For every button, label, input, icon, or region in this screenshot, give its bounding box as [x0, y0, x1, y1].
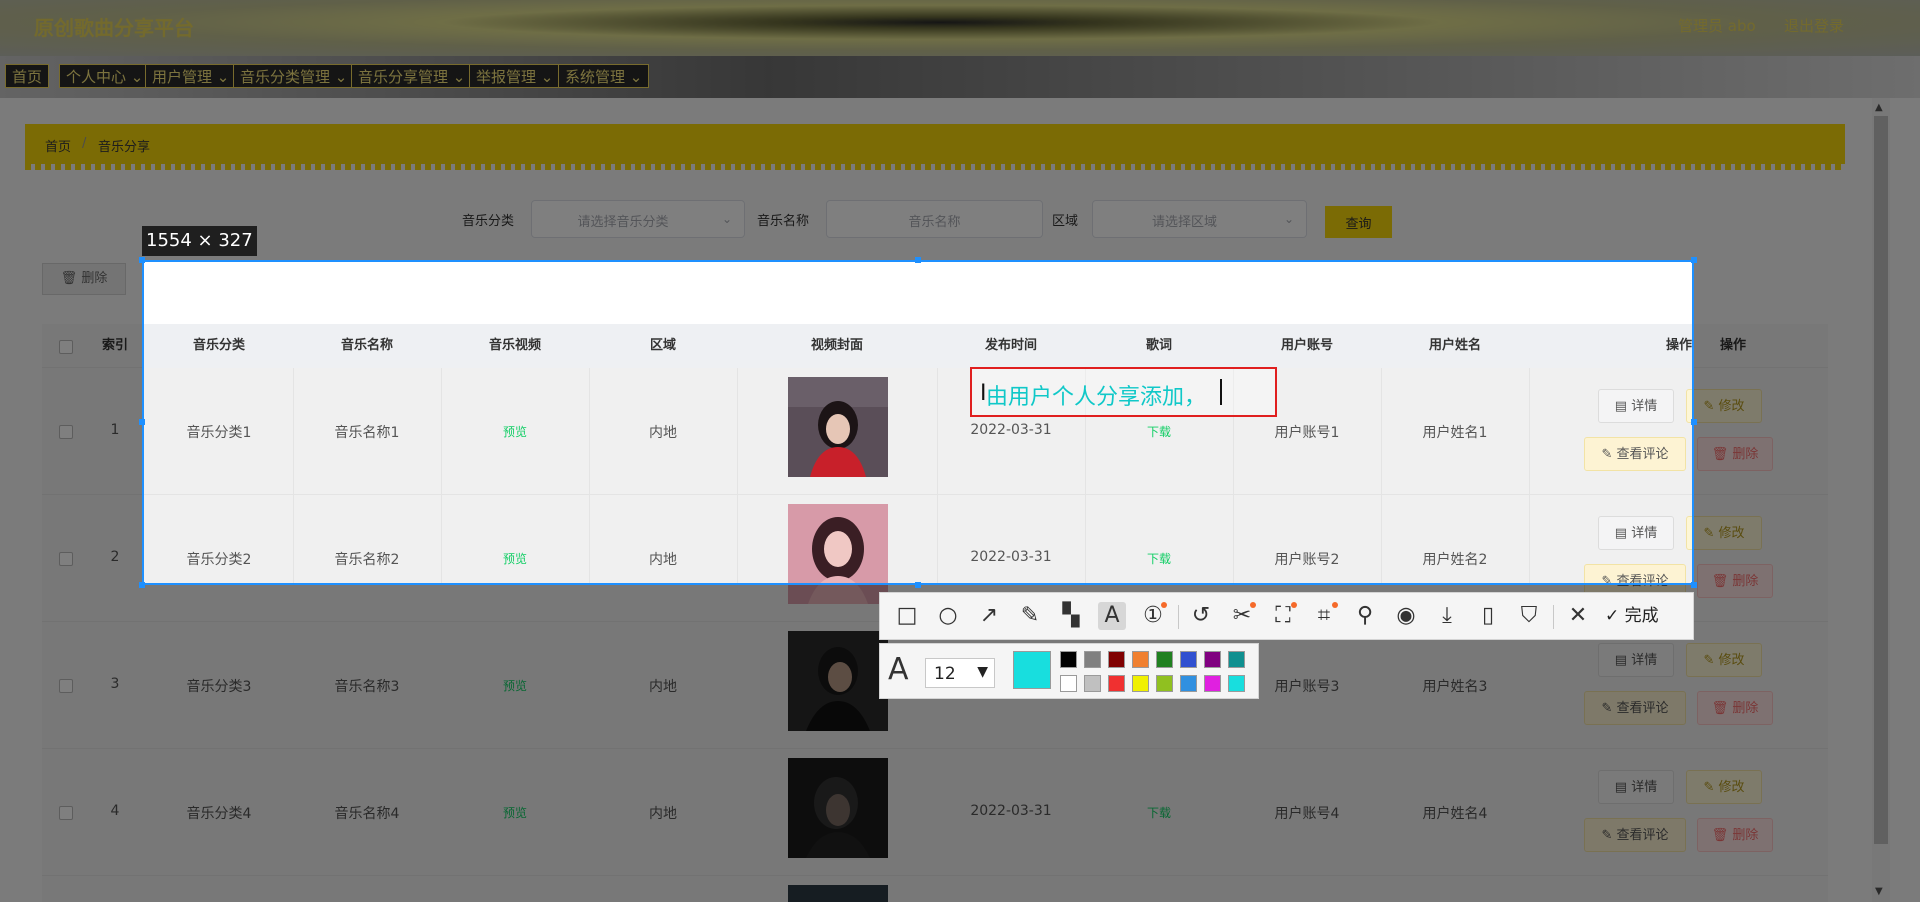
color-swatch[interactable] — [1180, 675, 1197, 692]
ellipse-tool-icon[interactable]: ○ — [934, 602, 962, 630]
resize-handle[interactable] — [139, 419, 145, 425]
new-badge — [1291, 602, 1297, 608]
color-swatch[interactable] — [1228, 675, 1245, 692]
capture-dim-overlay — [0, 0, 1920, 260]
bookmark-icon[interactable]: ⛉ — [1515, 602, 1543, 630]
ocr-icon[interactable]: ⌗ — [1310, 602, 1338, 630]
toolbar-divider — [1178, 605, 1179, 629]
color-swatch[interactable] — [1084, 675, 1101, 692]
pen-tool-icon[interactable]: ✎ — [1016, 602, 1044, 630]
font-size-select[interactable]: 12 ▼ — [925, 658, 995, 688]
resize-handle[interactable] — [1691, 419, 1697, 425]
number-marker-tool-icon[interactable]: ① — [1139, 602, 1167, 630]
phone-icon[interactable]: ▯ — [1474, 602, 1502, 630]
arrow-tool-icon[interactable]: ↗ — [975, 602, 1003, 630]
text-tool-icon[interactable]: A — [1098, 602, 1126, 630]
font-size-value: 12 — [934, 664, 956, 684]
done-label: 完成 — [1624, 606, 1659, 626]
resize-handle[interactable] — [139, 257, 145, 263]
text-caret — [1220, 379, 1222, 405]
scissors-icon[interactable]: ✂ — [1228, 602, 1256, 630]
text-annotation[interactable]: 由用户个人分享添加， — [986, 379, 1206, 411]
resize-handle[interactable] — [1691, 582, 1697, 588]
mosaic-tool-icon[interactable]: ▚ — [1057, 602, 1085, 630]
current-color-swatch[interactable] — [1013, 651, 1051, 689]
new-badge — [1250, 602, 1256, 608]
font-icon: A — [888, 652, 909, 687]
color-swatch[interactable] — [1204, 675, 1221, 692]
checkmark-icon: ✓ — [1605, 606, 1620, 626]
new-badge — [1161, 602, 1167, 608]
annotation-toolbar: □ ○ ↗ ✎ ▚ A ① ↺ ✂ ⛶ ⌗ ⚲ ◉ ⤓ ▯ ⛉ ✕ ✓ 完成 — [879, 592, 1694, 640]
color-swatch[interactable] — [1156, 675, 1173, 692]
undo-icon[interactable]: ↺ — [1187, 602, 1215, 630]
download-icon[interactable]: ⤓ — [1433, 602, 1461, 630]
capture-dim-overlay — [0, 260, 142, 585]
color-swatch[interactable] — [1204, 651, 1221, 668]
capture-dim-overlay — [1694, 260, 1920, 585]
color-swatch[interactable] — [1084, 651, 1101, 668]
close-icon[interactable]: ✕ — [1564, 602, 1592, 630]
color-swatch[interactable] — [1108, 651, 1125, 668]
pin-icon[interactable]: ⚲ — [1351, 602, 1379, 630]
rectangle-tool-icon[interactable]: □ — [893, 602, 921, 630]
caret-down-icon: ▼ — [977, 664, 988, 680]
record-icon[interactable]: ◉ — [1392, 602, 1420, 630]
color-swatch[interactable] — [1108, 675, 1125, 692]
color-swatch[interactable] — [1060, 675, 1077, 692]
color-swatch[interactable] — [1132, 675, 1149, 692]
resize-handle[interactable] — [1691, 257, 1697, 263]
toolbar-divider — [1553, 605, 1554, 629]
capture-selection-box[interactable] — [142, 260, 1694, 585]
color-swatch[interactable] — [1228, 651, 1245, 668]
capture-size-label: 1554 × 327 — [142, 226, 257, 256]
done-button[interactable]: ✓ 完成 — [1605, 601, 1659, 631]
resize-handle[interactable] — [915, 582, 921, 588]
resize-handle[interactable] — [915, 257, 921, 263]
text-annotation-box[interactable]: 由用户个人分享添加， I — [970, 367, 1277, 417]
color-swatch[interactable] — [1060, 651, 1077, 668]
color-swatch[interactable] — [1180, 651, 1197, 668]
color-swatch[interactable] — [1132, 651, 1149, 668]
text-options-toolbar: A 12 ▼ — [879, 643, 1259, 699]
ibeam-cursor-icon: I — [980, 381, 987, 406]
resize-handle[interactable] — [139, 582, 145, 588]
translate-icon[interactable]: ⛶ — [1269, 602, 1297, 630]
new-badge — [1332, 602, 1338, 608]
color-swatch[interactable] — [1156, 651, 1173, 668]
